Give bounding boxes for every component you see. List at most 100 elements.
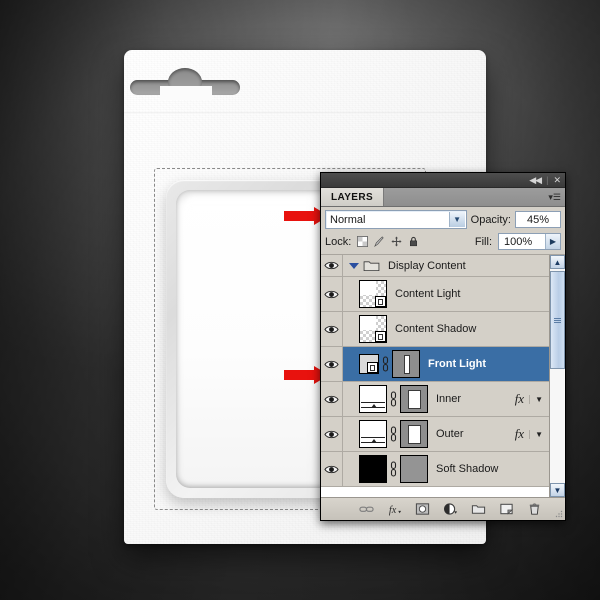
layer-thumbnail[interactable] <box>359 385 387 413</box>
table-row[interactable]: Content Shadow <box>321 312 549 347</box>
all-lock-icon[interactable] <box>408 236 419 247</box>
layer-thumbnail[interactable] <box>359 315 387 343</box>
table-row[interactable]: Inner fx ▼ <box>321 382 549 417</box>
eye-icon <box>324 290 339 298</box>
layer-thumbnails[interactable] <box>343 420 428 448</box>
opacity-input[interactable]: 45% <box>515 211 561 228</box>
scrollbar-track[interactable] <box>550 269 565 483</box>
blend-mode-select[interactable]: Normal ▼ <box>325 210 467 229</box>
smart-object-badge-icon <box>375 331 386 342</box>
opacity-value: 45% <box>526 213 550 226</box>
layer-thumbnails[interactable] <box>343 280 387 308</box>
tab-layers[interactable]: LAYERS <box>321 188 385 206</box>
layer-name: Front Light <box>428 358 487 370</box>
visibility-toggle[interactable] <box>321 277 343 311</box>
layer-thumbnails[interactable] <box>343 315 387 343</box>
panel-body: Normal ▼ Opacity: 45% Lock: Fill: 100% ▶… <box>321 207 565 520</box>
link-icon[interactable] <box>381 356 390 372</box>
visibility-toggle[interactable] <box>321 382 343 416</box>
grip-icon <box>554 317 561 323</box>
table-row[interactable]: Soft Shadow <box>321 452 549 487</box>
layer-effects-indicator[interactable]: fx ▼ <box>515 391 549 407</box>
layers-list[interactable]: Display Content Content Light Content Sh… <box>321 255 549 497</box>
layer-thumbnails[interactable] <box>343 385 428 413</box>
layer-name: Content Light <box>395 288 461 300</box>
blend-mode-value: Normal <box>330 213 366 226</box>
transparency-lock-icon[interactable] <box>357 236 369 247</box>
screenshot-stage: ◀◀ | ✕ LAYERS ▾☰ Normal ▼ Opacity: 45% L… <box>0 0 600 600</box>
scroll-up-button[interactable]: ▲ <box>550 255 565 269</box>
layer-effects-indicator[interactable]: fx ▼ <box>515 426 549 442</box>
table-row[interactable]: Front Light <box>321 347 549 382</box>
link-icon[interactable] <box>389 391 398 407</box>
scroll-down-button[interactable]: ▼ <box>550 483 565 497</box>
layer-thumbnail[interactable] <box>359 455 387 483</box>
chevron-down-icon[interactable]: ▼ <box>529 429 543 439</box>
eye-icon <box>324 465 339 473</box>
delete-layer-icon[interactable] <box>527 502 542 516</box>
mask-shape <box>404 355 410 374</box>
folder-icon <box>363 261 380 272</box>
visibility-toggle[interactable] <box>321 347 343 381</box>
layers-list-container: Display Content Content Light Content Sh… <box>321 255 565 497</box>
mask-shape <box>408 390 421 409</box>
opacity-label: Opacity: <box>470 213 511 226</box>
fill-value: 100% <box>504 235 533 248</box>
layer-thumbnails[interactable] <box>343 455 428 483</box>
eye-icon <box>324 430 339 438</box>
visibility-toggle[interactable] <box>321 255 343 276</box>
link-icon[interactable] <box>389 426 398 442</box>
layers-scrollbar[interactable]: ▲ ▼ <box>549 255 565 497</box>
tabstrip-filler <box>384 188 544 206</box>
new-group-icon[interactable] <box>471 502 486 516</box>
visibility-toggle[interactable] <box>321 417 343 451</box>
layer-mask-thumbnail[interactable] <box>400 420 428 448</box>
link-layers-icon[interactable] <box>358 502 374 516</box>
link-icon[interactable] <box>389 461 398 477</box>
thumbnail-shape <box>361 387 385 402</box>
new-adjustment-layer-icon[interactable] <box>443 502 458 516</box>
panel-footer-toolbar: fx <box>321 497 565 520</box>
panel-menu-icon[interactable]: ▾☰ <box>544 188 565 206</box>
visibility-toggle[interactable] <box>321 452 343 486</box>
lock-row: Lock: Fill: 100% ▶ <box>321 231 565 255</box>
new-layer-icon[interactable] <box>499 502 514 516</box>
scrollbar-thumb[interactable] <box>550 271 565 369</box>
layer-name: Content Shadow <box>395 323 477 335</box>
chevron-down-icon[interactable]: ▼ <box>448 212 465 227</box>
close-icon[interactable]: ✕ <box>553 175 560 185</box>
card-fold-line <box>124 112 486 114</box>
group-disclosure-icon[interactable] <box>349 262 359 269</box>
layers-panel[interactable]: ◀◀ | ✕ LAYERS ▾☰ Normal ▼ Opacity: 45% L… <box>320 172 566 521</box>
svg-text:fx: fx <box>388 505 396 516</box>
fill-input[interactable]: 100% ▶ <box>498 233 561 250</box>
add-layer-style-icon[interactable]: fx <box>387 502 402 516</box>
layer-mask-thumbnail[interactable] <box>400 385 428 413</box>
panel-tabstrip: LAYERS ▾☰ <box>321 188 565 207</box>
layer-name: Display Content <box>388 259 466 272</box>
smart-object-badge-icon <box>375 296 386 307</box>
collapse-panel-icon[interactable]: ◀◀ <box>529 175 542 185</box>
resize-grip-icon[interactable] <box>555 510 563 518</box>
lock-icons <box>357 236 419 247</box>
chevron-down-icon[interactable]: ▼ <box>529 394 543 404</box>
layer-thumbnail[interactable] <box>359 420 387 448</box>
move-lock-icon[interactable] <box>391 236 402 247</box>
eye-icon <box>324 325 339 333</box>
table-row[interactable]: Display Content <box>321 255 549 277</box>
lock-label: Lock: <box>325 235 352 248</box>
table-row[interactable]: Outer fx ▼ <box>321 417 549 452</box>
visibility-toggle[interactable] <box>321 312 343 346</box>
layer-thumbnails[interactable] <box>343 350 420 378</box>
layer-thumbnail[interactable] <box>359 280 387 308</box>
brush-lock-icon[interactable] <box>374 236 385 247</box>
blend-mode-row: Normal ▼ Opacity: 45% <box>321 207 565 231</box>
add-layer-mask-icon[interactable] <box>415 502 430 516</box>
thumbnail-marker <box>371 404 377 408</box>
layer-mask-thumbnail[interactable] <box>392 350 420 378</box>
thumbnail-shape <box>360 281 377 296</box>
table-row[interactable]: Content Light <box>321 277 549 312</box>
layer-thumbnail[interactable] <box>359 354 379 374</box>
fill-stepper-icon[interactable]: ▶ <box>545 234 560 249</box>
layer-mask-thumbnail[interactable] <box>400 455 428 483</box>
